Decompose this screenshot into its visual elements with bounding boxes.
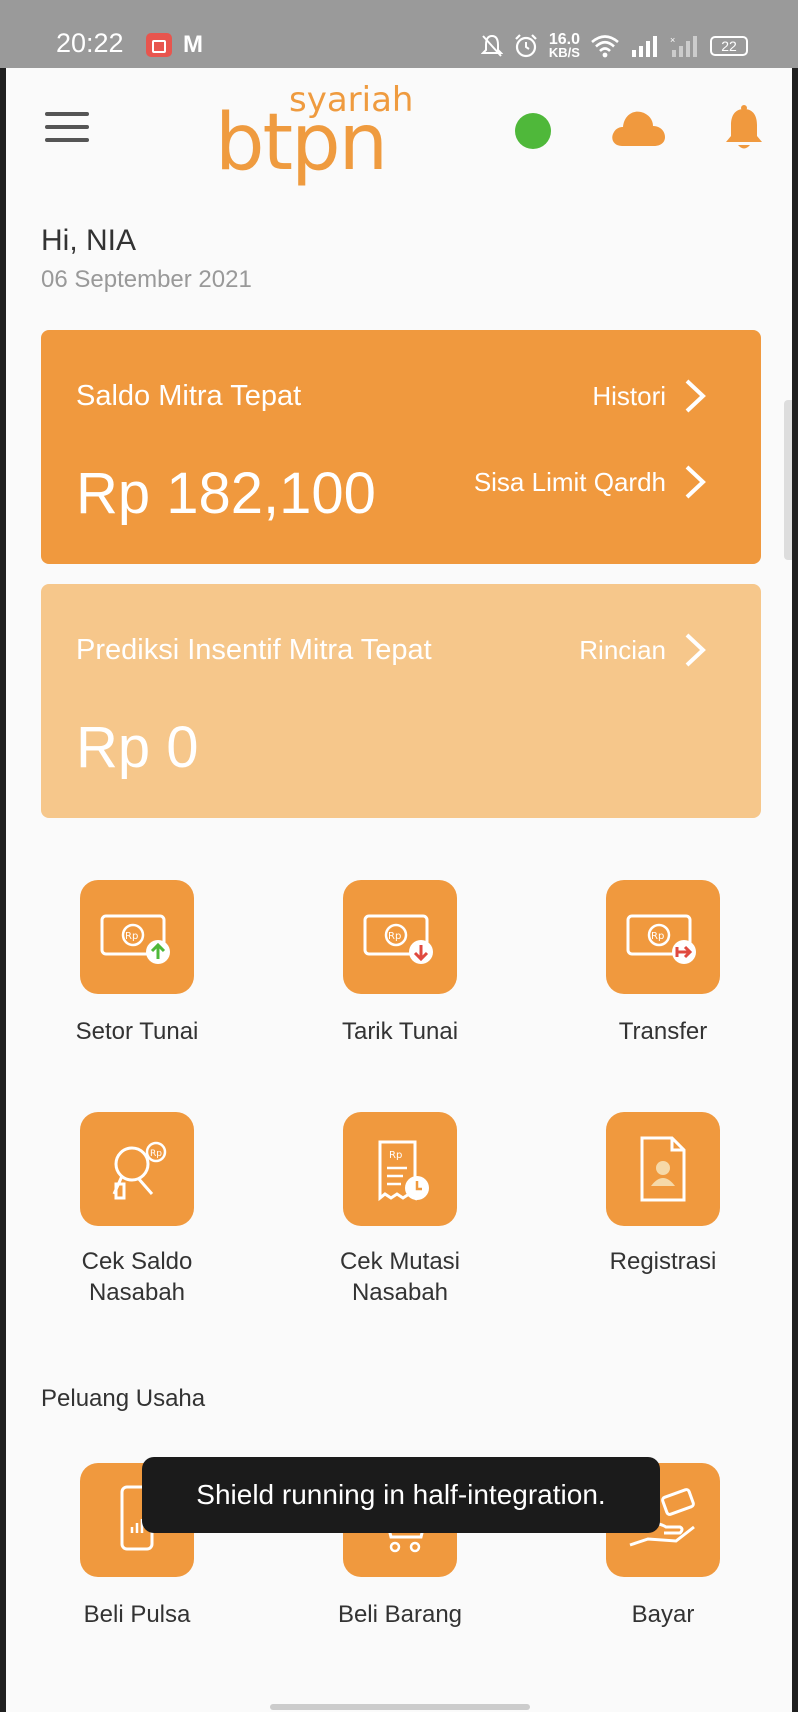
sisa-limit-qardh-link[interactable]: Sisa Limit Qardh bbox=[474, 464, 706, 500]
svg-text:Rp: Rp bbox=[389, 1150, 402, 1161]
chevron-right-icon bbox=[685, 633, 706, 667]
cash-deposit-icon: Rp bbox=[100, 914, 170, 964]
histori-link[interactable]: Histori bbox=[592, 378, 706, 414]
status-time: 20:22 bbox=[56, 28, 124, 58]
cek-mutasi-tile: Rp bbox=[343, 1112, 457, 1226]
svg-text:Rp: Rp bbox=[388, 931, 401, 942]
registrasi-label: Registrasi bbox=[609, 1248, 717, 1275]
signal-icon bbox=[632, 36, 657, 57]
online-status-indicator bbox=[515, 113, 551, 149]
tarik-tunai-label: Tarik Tunai bbox=[341, 1018, 459, 1045]
greeting-text: Hi, NIA bbox=[41, 224, 137, 257]
gmail-icon: M bbox=[183, 31, 203, 58]
receipt-history-icon: Rp bbox=[378, 1140, 429, 1202]
transfer-label: Transfer bbox=[618, 1018, 708, 1045]
bayar-label: Bayar bbox=[631, 1601, 695, 1628]
status-bar: 20:22 M 16.0 KB/S × 22 bbox=[0, 0, 798, 68]
mute-icon bbox=[480, 34, 503, 57]
screen-frame-left bbox=[0, 68, 6, 1712]
svg-text:Rp: Rp bbox=[125, 931, 138, 942]
rincian-link[interactable]: Rincian bbox=[579, 632, 706, 668]
registration-document-icon bbox=[640, 1136, 686, 1202]
check-balance-icon: Rp bbox=[112, 1141, 167, 1200]
notification-bell-icon[interactable] bbox=[723, 104, 765, 152]
current-date: 06 September 2021 bbox=[41, 266, 252, 293]
screen-frame-right bbox=[792, 68, 798, 1712]
money-transfer-icon: Rp bbox=[626, 914, 696, 964]
toast-message: Shield running in half-integration. bbox=[142, 1457, 660, 1533]
home-indicator[interactable] bbox=[270, 1704, 530, 1710]
saldo-card: Saldo Mitra Tepat Rp 182,100 Histori Sis… bbox=[41, 330, 761, 564]
beli-pulsa-label: Beli Pulsa bbox=[83, 1601, 191, 1628]
registrasi-tile bbox=[606, 1112, 720, 1226]
cloud-sync-icon[interactable] bbox=[610, 106, 666, 148]
cek-saldo-tile: Rp bbox=[80, 1112, 194, 1226]
insentif-card: Prediksi Insentif Mitra Tepat Rp 0 Rinci… bbox=[41, 584, 761, 818]
setor-tunai-label: Setor Tunai bbox=[75, 1018, 199, 1045]
signal-off-icon: × bbox=[670, 35, 697, 57]
screen-record-icon bbox=[146, 33, 172, 57]
peluang-usaha-title: Peluang Usaha bbox=[41, 1385, 206, 1412]
btpn-syariah-logo: syariah btpn bbox=[215, 80, 414, 188]
cek-saldo-label-line1: Cek Saldo bbox=[81, 1248, 193, 1275]
svg-text:Rp: Rp bbox=[150, 1149, 162, 1159]
hamburger-menu-icon[interactable] bbox=[45, 112, 89, 146]
insentif-title: Prediksi Insentif Mitra Tepat bbox=[76, 634, 432, 666]
svg-text:Rp: Rp bbox=[651, 931, 664, 942]
setor-tunai-tile: Rp bbox=[80, 880, 194, 994]
saldo-title: Saldo Mitra Tepat bbox=[76, 380, 302, 412]
alarm-icon bbox=[515, 34, 537, 58]
wifi-icon bbox=[591, 35, 619, 58]
chevron-right-icon bbox=[685, 379, 706, 413]
cek-mutasi-label-line1: Cek Mutasi bbox=[339, 1248, 461, 1275]
cek-mutasi-label-line2: Nasabah bbox=[351, 1279, 449, 1306]
tarik-tunai-tile: Rp bbox=[343, 880, 457, 994]
chevron-right-icon bbox=[685, 465, 706, 499]
svg-text:×: × bbox=[670, 35, 675, 45]
cash-withdraw-icon: Rp bbox=[363, 914, 433, 964]
beli-barang-label: Beli Barang bbox=[337, 1601, 463, 1628]
net-speed: 16.0 KB/S bbox=[548, 31, 580, 60]
insentif-amount: Rp 0 bbox=[76, 715, 199, 780]
saldo-amount: Rp 182,100 bbox=[76, 461, 376, 526]
status-icons: 16.0 KB/S × 22 bbox=[480, 30, 748, 62]
transfer-tile: Rp bbox=[606, 880, 720, 994]
battery-icon: 22 bbox=[710, 36, 748, 56]
scroll-indicator bbox=[784, 400, 792, 560]
cek-saldo-label-line2: Nasabah bbox=[88, 1279, 186, 1306]
